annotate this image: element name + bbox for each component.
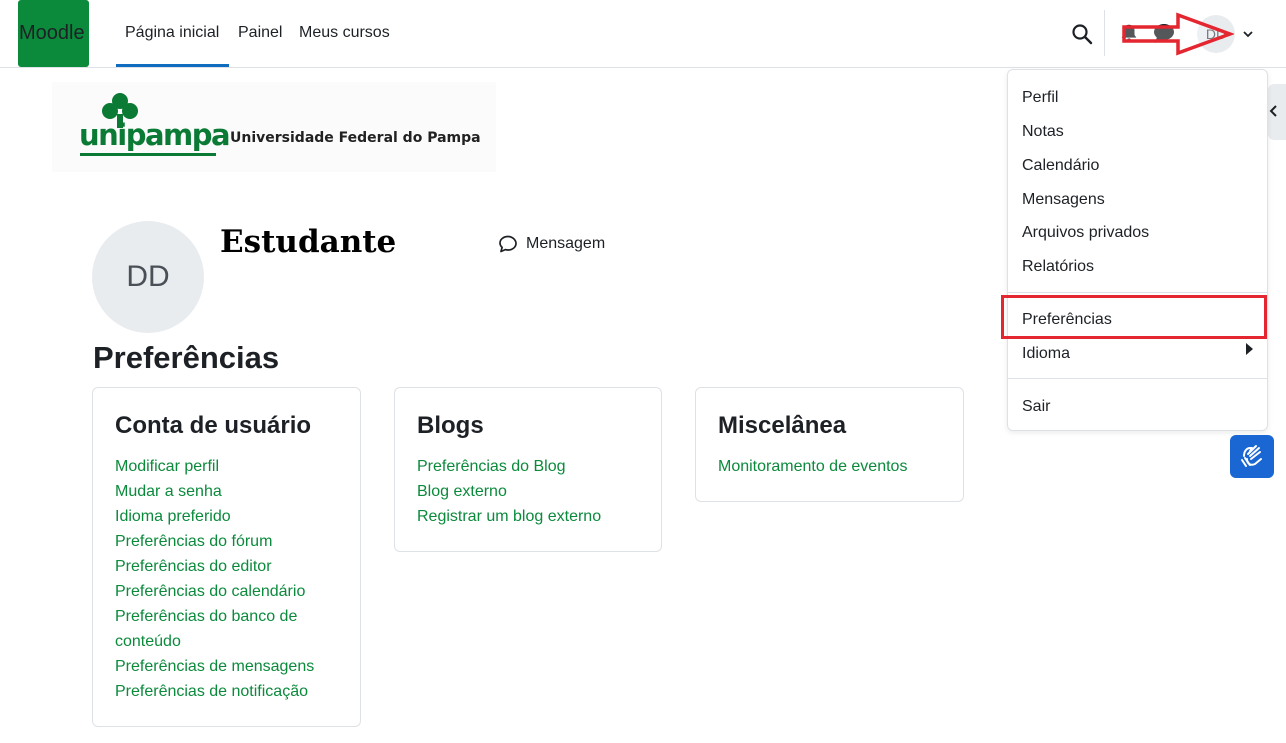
menu-item-reports[interactable]: Relatórios [1022,258,1094,276]
nav-active-indicator [116,64,229,67]
message-button-label: Mensagem [526,235,606,252]
card-blogs: Blogs Preferências do Blog Blog externo … [394,387,662,552]
chevron-left-icon [1269,105,1277,117]
link-message-preferences[interactable]: Preferências de mensagens [115,654,338,679]
user-menu-dropdown: Perfil Notas Calendário Mensagens Arquiv… [1007,69,1268,431]
menu-divider [1008,292,1267,293]
caret-right-icon [1246,343,1253,355]
message-button[interactable]: Mensagem [498,233,605,255]
search-icon[interactable] [1070,22,1094,46]
card-title: Blogs [417,412,484,439]
accessibility-widget-button[interactable] [1230,435,1274,478]
menu-item-profile[interactable]: Perfil [1022,89,1058,107]
logo-subtitle: Universidade Federal do Pampa [230,130,481,146]
menu-item-logout[interactable]: Sair [1022,398,1050,416]
menu-item-calendar[interactable]: Calendário [1022,157,1099,175]
sign-language-icon [1241,445,1262,467]
logo-wordmark: unipampa [79,118,231,152]
link-event-monitoring[interactable]: Monitoramento de eventos [718,454,941,479]
link-edit-profile[interactable]: Modificar perfil [115,454,338,479]
chevron-down-icon[interactable] [1241,27,1255,41]
nav-link-my-courses[interactable]: Meus cursos [299,24,390,42]
card-user-account: Conta de usuário Modificar perfil Mudar … [92,387,361,727]
logo-underline [80,153,216,156]
annotation-highlight [1001,295,1267,339]
card-title: Conta de usuário [115,412,312,439]
menu-item-language[interactable]: Idioma [1022,345,1070,363]
annotation-arrow [1122,12,1234,56]
drawer-toggle[interactable] [1268,84,1286,140]
link-register-external-blog[interactable]: Registrar um blog externo [417,504,639,529]
card-miscellaneous: Miscelânea Monitoramento de eventos [695,387,964,502]
menu-item-grades[interactable]: Notas [1022,123,1064,141]
menu-item-private-files[interactable]: Arquivos privados [1022,224,1149,242]
link-change-password[interactable]: Mudar a senha [115,479,338,504]
profile-name: Estudante [220,224,397,260]
link-calendar-preferences[interactable]: Preferências do calendário [115,579,338,604]
menu-item-messages[interactable]: Mensagens [1022,191,1105,209]
nav-link-dashboard[interactable]: Painel [238,24,282,42]
navbar-divider [1104,10,1105,56]
profile-avatar: DD [92,221,204,333]
link-forum-preferences[interactable]: Preferências do fórum [115,529,338,554]
navbar: Moodle Página inicial Painel Meus cursos… [0,0,1286,68]
site-brand[interactable]: Moodle [18,0,89,67]
link-blog-preferences[interactable]: Preferências do Blog [417,454,639,479]
page-title: Preferências [93,340,280,375]
message-icon [499,235,517,253]
card-title: Miscelânea [718,412,847,439]
nav-link-home[interactable]: Página inicial [125,24,219,42]
link-preferred-language[interactable]: Idioma preferido [115,504,338,529]
link-external-blog[interactable]: Blog externo [417,479,639,504]
link-content-bank-preferences[interactable]: Preferências do banco de conteúdo [115,604,338,654]
link-editor-preferences[interactable]: Preferências do editor [115,554,338,579]
menu-divider [1008,378,1267,379]
link-notification-preferences[interactable]: Preferências de notificação [115,679,338,704]
